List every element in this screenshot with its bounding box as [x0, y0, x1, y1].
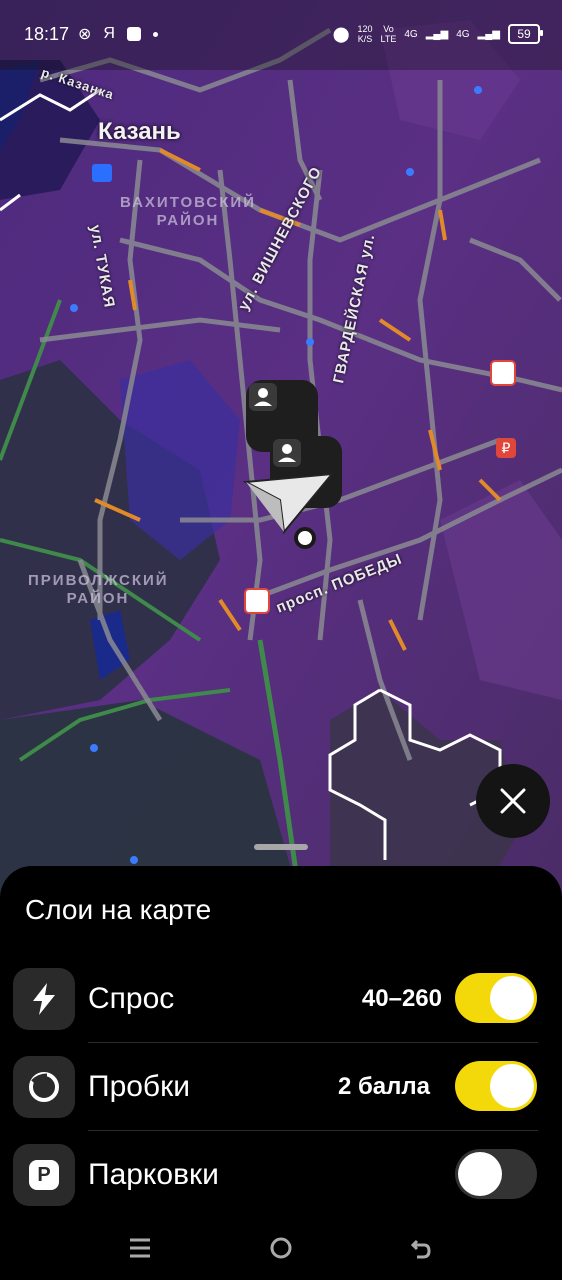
city-label: Казань — [98, 118, 181, 145]
car-service-icon[interactable] — [490, 360, 516, 386]
sheet-drag-handle[interactable] — [254, 844, 308, 850]
toggle-knob — [458, 1152, 502, 1196]
system-nav-bar — [0, 1210, 562, 1280]
layer-value: 2 балла — [337, 1073, 430, 1100]
network-speed: 120 K/S — [358, 24, 373, 44]
status-bar: 18:17 ⊗ Я ⬤ 120 K/S Vo LTE 4G ▂▄▆ 4G ▂▄▆… — [0, 0, 562, 70]
signal-4g-1: 4G — [404, 28, 418, 40]
traffic-circle-icon — [29, 1072, 59, 1102]
navigation-arrow-icon — [242, 472, 335, 535]
close-icon — [500, 788, 526, 814]
toggle-knob — [490, 976, 534, 1020]
person-icon — [249, 383, 277, 411]
yandex-icon: Я — [103, 25, 115, 42]
layer-toggle-traffic[interactable] — [455, 1061, 537, 1111]
home-button[interactable] — [261, 1228, 301, 1268]
dot-icon — [152, 31, 158, 37]
ruble-icon[interactable]: ₽ — [496, 438, 516, 458]
location-icon: ⬤ — [332, 26, 350, 43]
map-view[interactable]: Казань ВАХИТОВСКИЙ РАЙОН ПРИВОЛЖСКИЙ РАЙ… — [0, 0, 562, 900]
toggle-knob — [490, 1064, 534, 1108]
layer-toggle-parking[interactable] — [455, 1149, 537, 1199]
home-icon — [270, 1237, 292, 1259]
layer-label: Пробки — [88, 1070, 190, 1103]
menu-button[interactable] — [120, 1228, 160, 1268]
back-button[interactable] — [401, 1228, 441, 1268]
district-label-vahitovsky: ВАХИТОВСКИЙ РАЙОН — [120, 194, 256, 229]
menu-icon — [130, 1238, 150, 1258]
layer-row-traffic[interactable]: Пробки 2 балла — [0, 1042, 562, 1130]
layer-value: 40–260 — [361, 985, 442, 1012]
layer-icon-tile: P — [13, 1144, 75, 1206]
square-icon — [126, 27, 141, 41]
signal-4g-2: 4G — [456, 28, 470, 40]
signal-bars-icon: ▂▄▆ — [425, 28, 449, 40]
volte-indicator: Vo LTE — [381, 24, 397, 44]
layer-toggle-demand[interactable] — [455, 973, 537, 1023]
train-station-icon[interactable] — [92, 164, 112, 182]
layer-label: Парковки — [88, 1158, 219, 1191]
speed-value: 120 — [357, 24, 373, 34]
layer-label: Спрос — [88, 982, 175, 1015]
volte-top: Vo — [383, 24, 394, 34]
volte-bottom: LTE — [380, 34, 397, 44]
layer-icon-tile — [13, 968, 75, 1030]
district-label-privolzhsky: ПРИВОЛЖСКИЙ РАЙОН — [28, 572, 169, 607]
x-circle-icon: ⊗ — [78, 26, 92, 43]
layer-row-parking[interactable]: P Парковки — [0, 1130, 562, 1218]
location-dot-icon — [294, 527, 316, 549]
back-icon — [410, 1239, 431, 1259]
signal-bars-icon: ▂▄▆ — [477, 28, 500, 40]
layer-row-demand[interactable]: Спрос 40–260 — [0, 954, 562, 1042]
close-button[interactable] — [476, 764, 550, 838]
status-time: 18:17 — [24, 24, 70, 44]
parking-icon: P — [29, 1160, 59, 1190]
car-service-icon[interactable] — [244, 588, 270, 614]
speed-unit: K/S — [357, 34, 373, 44]
battery-indicator: 59 — [508, 24, 543, 44]
status-left-icons: ⊗ Я — [78, 24, 158, 44]
lightning-icon — [33, 983, 55, 1015]
status-right-icons: ⬤ 120 K/S Vo LTE 4G ▂▄▆ 4G ▂▄▆ 59 — [332, 24, 543, 44]
sheet-title: Слои на карте — [25, 894, 212, 925]
layer-icon-tile — [13, 1056, 75, 1118]
